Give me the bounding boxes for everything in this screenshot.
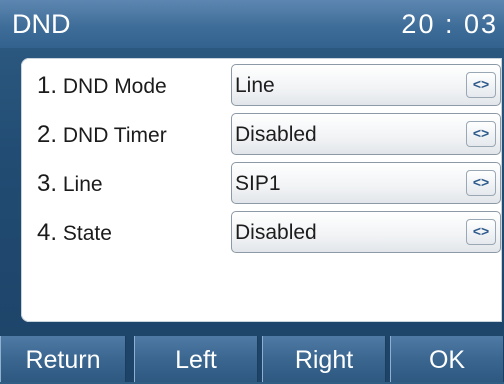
settings-panel: 1. DND Mode Line <> 2. DND Timer Disable…: [21, 58, 502, 322]
dnd-mode-value: Line: [235, 74, 275, 97]
left-right-arrow-icon[interactable]: <>: [466, 219, 496, 245]
return-softkey[interactable]: Return: [0, 336, 126, 382]
setting-name: State: [62, 222, 112, 245]
setting-label: 2. DND Timer: [37, 121, 167, 149]
dnd-timer-selector[interactable]: Disabled <>: [231, 113, 501, 155]
setting-label: 4. State: [37, 219, 112, 247]
setting-number: 4.: [37, 219, 58, 246]
setting-row-state[interactable]: 4. State Disabled <>: [21, 211, 502, 255]
screen-title: DND: [12, 9, 71, 39]
left-right-arrow-icon[interactable]: <>: [466, 170, 496, 196]
ok-softkey[interactable]: OK: [390, 336, 504, 382]
state-selector[interactable]: Disabled <>: [231, 211, 501, 253]
setting-label: 1. DND Mode: [37, 72, 167, 100]
setting-name: Line: [62, 173, 103, 196]
setting-label: 3. Line: [37, 170, 103, 198]
line-selector[interactable]: SIP1 <>: [231, 162, 501, 204]
line-value: SIP1: [235, 172, 281, 195]
left-right-arrow-icon[interactable]: <>: [466, 121, 496, 147]
title-bar: DND 20 : 03: [0, 0, 504, 48]
setting-row-dnd-timer[interactable]: 2. DND Timer Disabled <>: [21, 113, 502, 157]
dnd-timer-value: Disabled: [235, 123, 317, 146]
left-softkey[interactable]: Left: [134, 336, 258, 382]
state-value: Disabled: [235, 221, 317, 244]
setting-number: 1.: [37, 72, 58, 99]
setting-number: 3.: [37, 170, 58, 197]
setting-row-line[interactable]: 3. Line SIP1 <>: [21, 162, 502, 206]
softkey-bar: Return Left Right OK: [0, 336, 504, 382]
clock: 20 : 03: [401, 9, 498, 39]
setting-name: DND Timer: [62, 124, 167, 147]
setting-name: DND Mode: [62, 75, 167, 98]
dnd-mode-selector[interactable]: Line <>: [231, 64, 501, 106]
right-softkey[interactable]: Right: [262, 336, 386, 382]
setting-number: 2.: [37, 121, 58, 148]
left-right-arrow-icon[interactable]: <>: [466, 72, 496, 98]
setting-row-dnd-mode[interactable]: 1. DND Mode Line <>: [21, 64, 502, 108]
